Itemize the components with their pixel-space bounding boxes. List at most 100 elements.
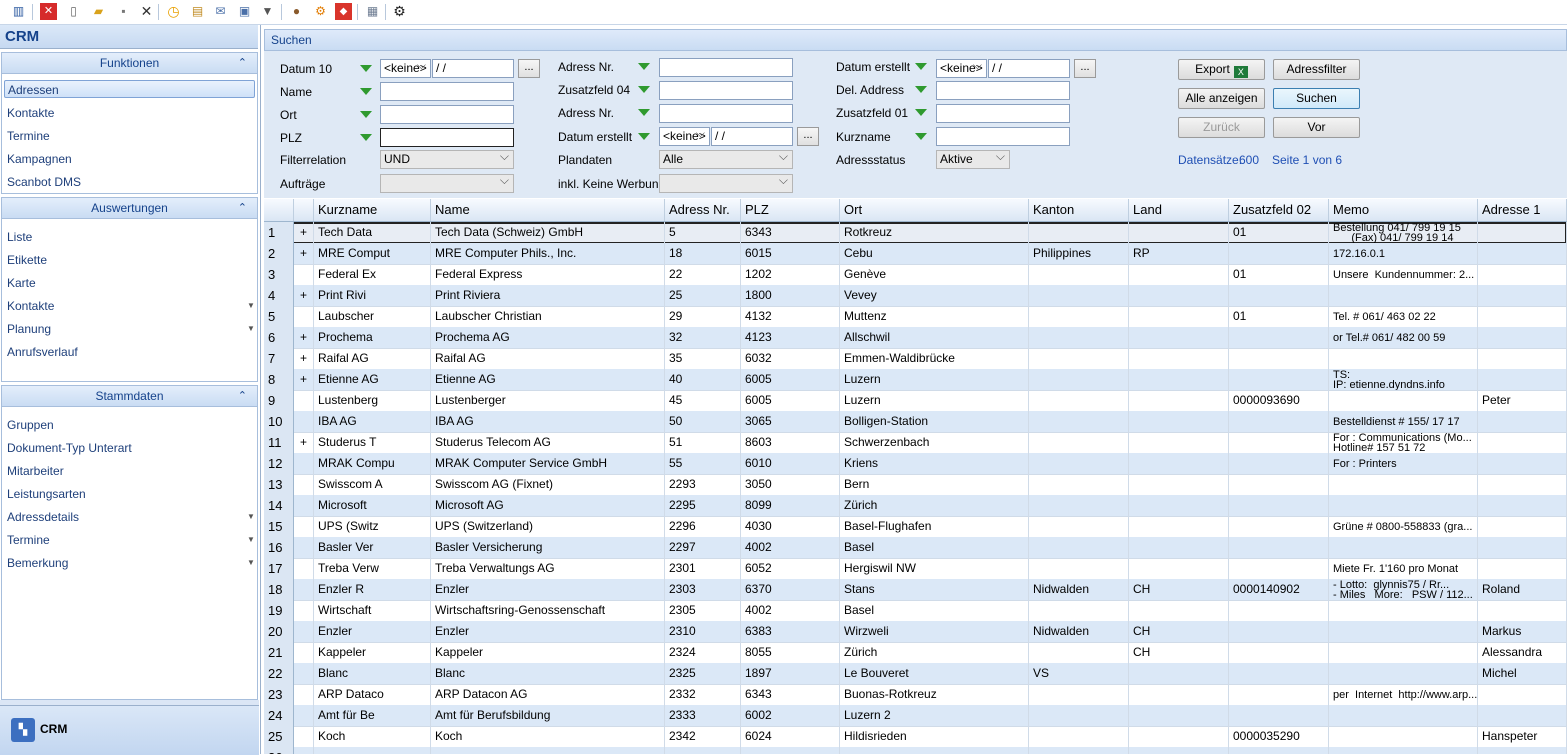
row-number[interactable]: 25	[264, 726, 294, 747]
cell-ort[interactable]: Cebu	[840, 243, 1029, 264]
cell-memo[interactable]: Grüne # 0800-558833 (gra...	[1329, 516, 1478, 537]
cell-name[interactable]	[431, 747, 665, 754]
cell-adress-nr[interactable]: 35	[665, 348, 741, 369]
cell-name[interactable]: IBA AG	[431, 411, 665, 432]
plz-input[interactable]	[380, 128, 514, 147]
cell-kanton[interactable]	[1029, 390, 1129, 411]
cell-plz[interactable]: 6032	[741, 348, 840, 369]
cell-ort[interactable]: Luzern	[840, 390, 1029, 411]
table-row[interactable]: 9 Lustenberg Lustenberger 45 6005 Luzern 00000…	[264, 390, 1567, 412]
expand-arrow-icon[interactable]: ▼	[247, 320, 255, 338]
cell-adress-nr[interactable]: 32	[665, 327, 741, 348]
nav-item-scanbot-dms[interactable]: Scanbot DMS	[7, 173, 81, 191]
cell-adress-nr[interactable]: 5	[665, 222, 741, 243]
cell-zusatzfeld02[interactable]	[1229, 621, 1329, 642]
row-expand-toggle[interactable]	[294, 642, 314, 663]
cell-adresse1[interactable]	[1478, 474, 1567, 495]
cell-plz[interactable]: 3050	[741, 474, 840, 495]
cell-land[interactable]	[1129, 705, 1229, 726]
cell-memo[interactable]	[1329, 663, 1478, 684]
cell-plz[interactable]: 6010	[741, 453, 840, 474]
row-expand-toggle[interactable]	[294, 726, 314, 747]
row-expand-toggle[interactable]	[294, 621, 314, 642]
cell-memo[interactable]: Unsere Kundennummer: 2...	[1329, 264, 1478, 285]
cell-kanton[interactable]	[1029, 558, 1129, 579]
cell-adresse1[interactable]	[1478, 327, 1567, 348]
row-number[interactable]: 16	[264, 537, 294, 558]
cell-adresse1[interactable]	[1478, 222, 1567, 243]
row-expand-toggle[interactable]: +	[294, 369, 314, 390]
cell-kurzname[interactable]: Swisscom A	[314, 474, 431, 495]
row-expand-toggle[interactable]	[294, 474, 314, 495]
cell-name[interactable]: UPS (Switzerland)	[431, 516, 665, 537]
cell-land[interactable]	[1129, 600, 1229, 621]
cell-zusatzfeld02[interactable]	[1229, 747, 1329, 754]
cell-memo[interactable]	[1329, 705, 1478, 726]
delete-icon[interactable]: ✕	[138, 3, 155, 20]
vor-button[interactable]: Vor	[1273, 117, 1360, 138]
alle-anzeigen-button[interactable]: Alle anzeigen	[1178, 88, 1265, 109]
cell-zusatzfeld02[interactable]: 01	[1229, 264, 1329, 285]
cell-name[interactable]: Blanc	[431, 663, 665, 684]
cell-land[interactable]: CH	[1129, 621, 1229, 642]
cell-ort[interactable]: Allschwil	[840, 327, 1029, 348]
table-row[interactable]: 20 Enzler Enzler 2310 6383 Wirzweli Nidwalden C…	[264, 621, 1567, 643]
column-header-ort[interactable]: Ort	[840, 199, 1029, 221]
cell-adresse1[interactable]	[1478, 411, 1567, 432]
row-expand-toggle[interactable]	[294, 705, 314, 726]
cell-name[interactable]: Prochema AG	[431, 327, 665, 348]
open-folder-icon[interactable]: ▰	[90, 3, 107, 20]
cell-plz[interactable]: 6005	[741, 369, 840, 390]
cell-memo[interactable]	[1329, 390, 1478, 411]
cell-memo[interactable]: 172.16.0.1	[1329, 243, 1478, 264]
column-header-memo[interactable]: Memo	[1329, 199, 1478, 221]
column-header-kanton[interactable]: Kanton	[1029, 199, 1129, 221]
row-number[interactable]: 17	[264, 558, 294, 579]
cell-ort[interactable]: Le Bouveret	[840, 663, 1029, 684]
row-expand-toggle[interactable]	[294, 537, 314, 558]
table-row[interactable]: 13 Swisscom A Swisscom AG (Fixnet) 2293 3050…	[264, 474, 1567, 496]
cell-land[interactable]	[1129, 306, 1229, 327]
table-row[interactable]: 2 + MRE Comput MRE Computer Phils., Inc. 18 6…	[264, 243, 1567, 265]
cell-land[interactable]	[1129, 264, 1229, 285]
table-row[interactable]: 5 Laubscher Laubscher Christian 29 4132 Mutte…	[264, 306, 1567, 328]
cell-kanton[interactable]	[1029, 222, 1129, 243]
table-row[interactable]: 3 Federal Ex Federal Express 22 1202 Genève 01…	[264, 264, 1567, 286]
cell-zusatzfeld02[interactable]	[1229, 348, 1329, 369]
cell-kurzname[interactable]: Wirtschaft	[314, 600, 431, 621]
cell-land[interactable]	[1129, 432, 1229, 453]
table-row[interactable]: 10 IBA AG IBA AG 50 3065 Bolligen-Station Best…	[264, 411, 1567, 433]
cell-zusatzfeld02[interactable]: 01	[1229, 222, 1329, 243]
cell-adress-nr[interactable]: 50	[665, 411, 741, 432]
table-row[interactable]: 14 Microsoft Microsoft AG 2295 8099 Zürich	[264, 495, 1567, 517]
close-red-icon[interactable]: ✕	[40, 3, 57, 20]
cell-adresse1[interactable]	[1478, 369, 1567, 390]
cell-land[interactable]	[1129, 495, 1229, 516]
row-number[interactable]: 20	[264, 621, 294, 642]
cell-name[interactable]: Enzler	[431, 621, 665, 642]
table-row[interactable]: 11 + Studerus T Studerus Telecom AG 51 8603 Sc…	[264, 432, 1567, 454]
cell-zusatzfeld02[interactable]	[1229, 684, 1329, 705]
cell-plz[interactable]: 4002	[741, 537, 840, 558]
cell-name[interactable]: Federal Express	[431, 264, 665, 285]
cell-name[interactable]: Raifal AG	[431, 348, 665, 369]
cell-kanton[interactable]	[1029, 642, 1129, 663]
zusatzfeld01-input[interactable]	[936, 104, 1070, 123]
cell-name[interactable]: Amt für Berufsbildung	[431, 705, 665, 726]
cell-plz[interactable]: 6005	[741, 390, 840, 411]
cell-adresse1[interactable]: Hanspeter	[1478, 726, 1567, 747]
cell-kurzname[interactable]: Treba Verw	[314, 558, 431, 579]
cell-kanton[interactable]	[1029, 684, 1129, 705]
cell-memo[interactable]	[1329, 600, 1478, 621]
cell-plz[interactable]: 6024	[741, 726, 840, 747]
collapse-icon[interactable]: ⌃	[238, 386, 247, 406]
cell-kanton[interactable]	[1029, 495, 1129, 516]
cell-adress-nr[interactable]: 2297	[665, 537, 741, 558]
table-row[interactable]: 23 ARP Dataco ARP Datacon AG 2332 6343 Buonas…	[264, 684, 1567, 706]
cell-kurzname[interactable]: Lustenberg	[314, 390, 431, 411]
cell-kurzname[interactable]: Blanc	[314, 663, 431, 684]
table-row[interactable]: 25 Koch Koch 2342 6024 Hildisrieden 0000035290…	[264, 726, 1567, 748]
cell-adresse1[interactable]	[1478, 705, 1567, 726]
cell-memo[interactable]	[1329, 621, 1478, 642]
table-row[interactable]: 16 Basler Ver Basler Versicherung 2297 4002 B…	[264, 537, 1567, 559]
